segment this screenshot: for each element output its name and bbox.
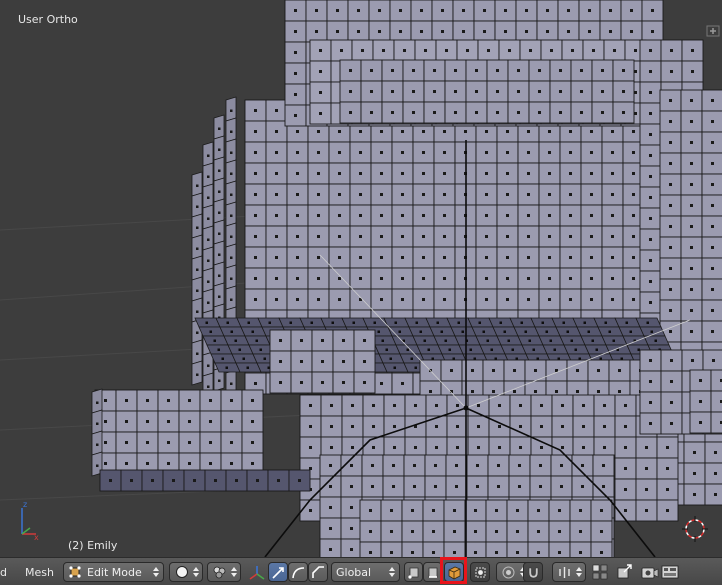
edit-mode-icon — [69, 566, 81, 578]
limit-selection-to-visible-icon — [475, 567, 486, 578]
solid-sphere-icon — [176, 566, 188, 578]
axis-orientation-icon: z x — [21, 500, 39, 540]
vertex-select-mode-button[interactable] — [404, 562, 423, 582]
3d-viewport[interactable]: User Ortho (2) Emily z x — [0, 0, 722, 557]
3d-cursor-icon[interactable] — [681, 515, 709, 543]
chevron-updown-icon — [576, 567, 582, 577]
mesh-menu[interactable]: Mesh — [25, 566, 54, 579]
magnet-snap-icon — [528, 567, 539, 579]
add-menu-fragment[interactable]: d — [0, 566, 7, 579]
mode-selector[interactable]: Edit Mode — [63, 562, 164, 582]
scale-manipulator-button[interactable] — [308, 562, 328, 582]
chevron-updown-icon — [389, 567, 395, 577]
object-name-label: (2) Emily — [68, 539, 118, 552]
export-icon[interactable] — [616, 562, 634, 580]
chevron-updown-icon — [153, 567, 159, 577]
mesh-scene — [0, 0, 722, 557]
view-name-label: User Ortho — [18, 13, 78, 26]
svg-text:x: x — [34, 533, 39, 540]
manipulator-axes-icon[interactable] — [248, 564, 266, 582]
translate-arrow-icon — [272, 567, 284, 579]
mode-selector-label: Edit Mode — [87, 566, 142, 579]
edge-select-icon — [428, 567, 438, 578]
viewport-expand-icon[interactable] — [706, 25, 720, 37]
viewport-header: d Mesh Edit Mode Global — [0, 557, 722, 585]
rotate-manipulator-button[interactable] — [288, 562, 308, 582]
render-animation-icon[interactable] — [661, 563, 679, 581]
viewport-shading-selector[interactable] — [169, 562, 203, 582]
translate-manipulator-button[interactable] — [268, 562, 288, 582]
face-select-highlight-box — [440, 557, 467, 584]
snap-toggle-button[interactable] — [523, 562, 543, 582]
chevron-updown-icon — [231, 567, 237, 577]
transform-orientation-selector[interactable]: Global — [331, 562, 400, 582]
render-camera-icon[interactable] — [641, 563, 659, 581]
snap-element-selector[interactable] — [552, 562, 586, 582]
limit-selection-to-visible-button[interactable] — [470, 562, 490, 582]
rotate-arc-icon — [292, 567, 305, 579]
pivot-point-selector[interactable] — [207, 562, 241, 582]
snap-increment-icon — [559, 567, 570, 578]
scale-icon — [312, 566, 324, 578]
vertex-select-icon — [408, 567, 419, 579]
chevron-updown-icon — [193, 567, 199, 577]
layer-icon[interactable] — [592, 564, 608, 580]
voxel-mesh — [91, 0, 722, 557]
transform-orientation-label: Global — [336, 566, 372, 579]
svg-text:z: z — [23, 500, 27, 509]
proportional-edit-icon — [502, 566, 515, 579]
pivot-point-icon — [213, 566, 226, 579]
